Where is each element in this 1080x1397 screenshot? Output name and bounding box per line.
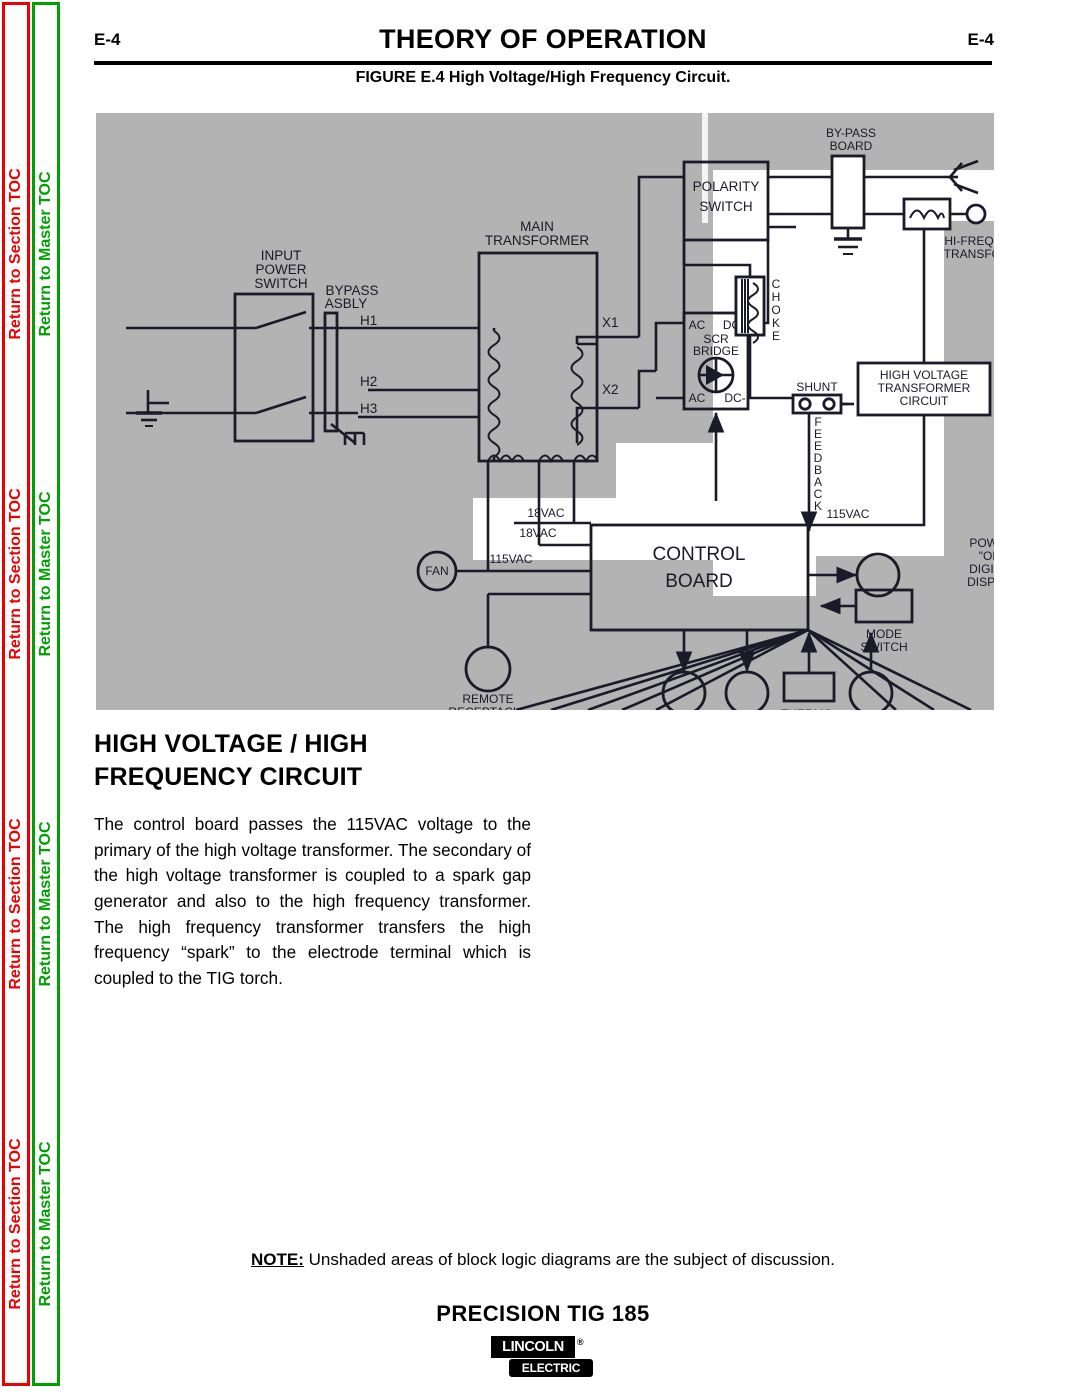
hv-transformer-circuit-label-3: CIRCUIT [900, 394, 949, 408]
sidebar-item-section-toc-2[interactable]: Return to Section TOC [7, 488, 25, 659]
page-header: E-4 THEORY OF OPERATION E-4 [88, 24, 998, 62]
power-on-display-label-2: "ON" [979, 549, 994, 563]
choke-letter-o: O [771, 303, 780, 317]
logo-registered-mark: ® [577, 1337, 584, 1347]
bypass-board-box [830, 154, 866, 230]
choke-letter-c: C [772, 277, 781, 291]
h3-label: H3 [360, 401, 377, 416]
h2-label: H2 [360, 374, 377, 389]
x1-label: X1 [602, 315, 619, 330]
sidebar-master-toc-strip[interactable]: Return to Master TOC Return to Master TO… [32, 2, 60, 1386]
diagram-note: NOTE: Unshaded areas of block logic diag… [88, 1250, 998, 1270]
hv-transformer-circuit-label-1: HIGH VOLTAGE [880, 368, 968, 382]
scr-dc-minus-label: DC- [724, 391, 745, 405]
hi-freq-transformer-label-1: HI-FREQUENCY [944, 234, 994, 248]
choke-letter-k: K [772, 316, 780, 330]
section-heading-line-1: HIGH VOLTAGE / HIGH [94, 730, 368, 758]
bypass-board-label-2: BOARD [830, 139, 873, 153]
control-board-label-1: CONTROL [653, 544, 746, 565]
section-heading-line-2: FREQUENCY CIRCUIT [94, 763, 363, 791]
sidebar-item-master-toc-1[interactable]: Return to Master TOC [37, 171, 55, 336]
sidebar-item-section-toc-1[interactable]: Return to Section TOC [7, 168, 25, 339]
remote-receptacle-label-1: REMOTE [462, 692, 513, 706]
main-transformer-label-2: TRANSFORMER [485, 233, 590, 248]
polarity-switch-label-2: SWITCH [699, 199, 752, 214]
power-on-display-label-4: DISPLAY [967, 575, 994, 589]
x2-label: X2 [602, 382, 619, 397]
lincoln-electric-logo: LINCOLN ® ELECTRIC [491, 1336, 595, 1377]
page-number-right: E-4 [967, 30, 994, 49]
input-power-switch-label-2: POWER [255, 262, 306, 277]
logo-electric-text: ELECTRIC [509, 1359, 593, 1377]
sidebar-item-master-toc-3[interactable]: Return to Master TOC [37, 821, 55, 986]
scr-bridge-label-2: BRIDGE [693, 344, 739, 358]
sidebar-section-toc-strip[interactable]: Return to Section TOC Return to Section … [2, 2, 30, 1386]
output-terminal-work [965, 203, 987, 225]
sidebar-item-master-toc-2[interactable]: Return to Master TOC [37, 491, 55, 656]
product-name: PRECISION TIG 185 [436, 1301, 650, 1326]
figure-caption: FIGURE E.4 High Voltage/High Frequency C… [355, 69, 731, 86]
bypass-asbly-label-2: ASBLY [325, 296, 368, 311]
mode-switch-label-2: SWITCH [860, 640, 907, 654]
bypass-board-label-1: BY-PASS [826, 126, 876, 140]
header-divider [94, 61, 992, 65]
feedback-letter-k: K [814, 499, 822, 513]
section-heading: HIGH VOLTAGE / HIGH FREQUENCY CIRCUIT [94, 728, 564, 794]
choke-letter-e: E [772, 329, 780, 343]
h1-label: H1 [360, 313, 377, 328]
input-power-switch-label-3: SWITCH [254, 276, 307, 291]
sidebar-item-section-toc-4[interactable]: Return to Section TOC [7, 1138, 25, 1309]
section-body-text: The control board passes the 115VAC volt… [94, 814, 531, 988]
scr-ac-top-label: AC [689, 318, 706, 332]
power-on-display-label-1: POWER [969, 536, 994, 550]
note-text: Unshaded areas of block logic diagrams a… [308, 1250, 835, 1269]
fan-label: FAN [425, 564, 448, 578]
page-content: E-4 THEORY OF OPERATION E-4 FIGURE E.4 H… [88, 0, 998, 1397]
note-label: NOTE: [251, 1250, 304, 1269]
hv-transformer-circuit-label-2: TRANSFORMER [878, 381, 971, 395]
page-title: THEORY OF OPERATION [379, 24, 707, 54]
shunt-label: SHUNT [796, 380, 838, 394]
label-18vac-a: 18VAC [527, 506, 564, 520]
choke-letter-h: H [772, 290, 781, 304]
mode-switch-label-1: MODE [866, 627, 902, 641]
label-115vac-left: 115VAC [490, 552, 533, 566]
remote-receptacle-label-2: RECEPTACLE [448, 705, 527, 710]
sidebar-item-section-toc-3[interactable]: Return to Section TOC [7, 818, 25, 989]
scr-ac-bottom-label: AC [689, 391, 706, 405]
block-diagram: .ln { stroke:#1a1a28; stroke-width:2.6; … [96, 113, 994, 710]
thermostats-label-1: THERMO- [781, 707, 837, 710]
hv-115vac-label: 115VAC [827, 507, 870, 521]
logo-lincoln-text: LINCOLN [491, 1336, 575, 1358]
sidebar-item-master-toc-4[interactable]: Return to Master TOC [37, 1141, 55, 1306]
control-board-label-2: BOARD [665, 571, 733, 592]
hi-freq-transformer-label-2: TRANSFORMER [944, 247, 994, 261]
input-power-switch-label-1: INPUT [261, 248, 302, 263]
polarity-switch-label-1: POLARITY [693, 179, 760, 194]
main-transformer-label-1: MAIN [520, 219, 554, 234]
power-on-display-label-3: DIGITAL [969, 562, 994, 576]
